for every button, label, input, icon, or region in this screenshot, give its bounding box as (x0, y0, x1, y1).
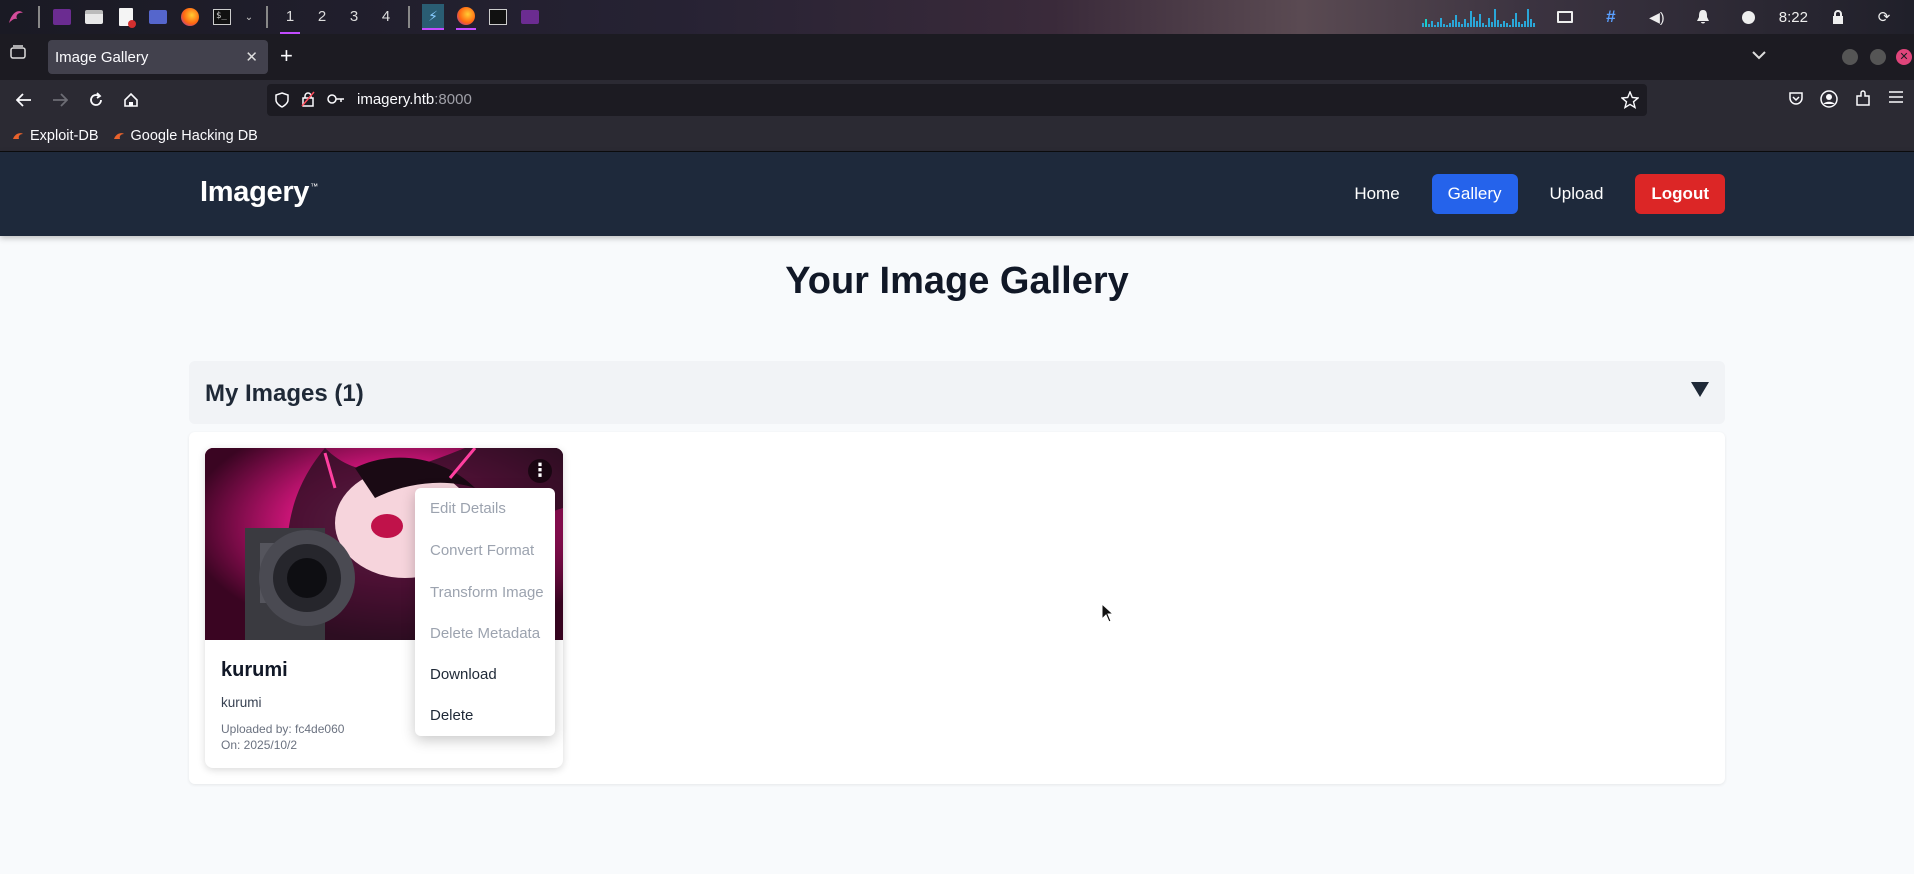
menu-item-transform-image[interactable]: Transform Image (415, 572, 555, 613)
bookmark-exploit-db[interactable]: Exploit-DB (12, 128, 99, 144)
menu-item-delete-metadata[interactable]: Delete Metadata (415, 613, 555, 654)
pocket-icon[interactable] (1788, 90, 1804, 113)
section-title: My Images (1) (205, 380, 364, 407)
menu-item-download[interactable]: Download (415, 654, 555, 695)
menu-item-convert-format[interactable]: Convert Format (415, 530, 555, 571)
account-icon[interactable] (1820, 90, 1838, 113)
folder-window-icon[interactable] (520, 7, 540, 27)
browser-tab-active[interactable]: Image Gallery ✕ (48, 40, 268, 74)
menu-item-edit-details[interactable]: Edit Details (415, 488, 555, 529)
card-options-menu: Edit Details Convert Format Transform Im… (415, 488, 555, 736)
workspace-1[interactable]: 1 (274, 0, 306, 34)
site-header: Imagery™ Home Gallery Upload Logout (0, 152, 1914, 236)
lock-icon[interactable] (1828, 7, 1848, 27)
terminal-icon[interactable]: $_ (212, 7, 232, 27)
tab-overflow-chevron-icon[interactable] (1752, 47, 1766, 63)
firefox-launcher-icon[interactable] (180, 7, 200, 27)
clock: 8:22 (1778, 8, 1808, 26)
brand-name: Imagery (200, 176, 310, 208)
text-editor-icon[interactable] (116, 7, 136, 28)
bookmark-google-hacking-db[interactable]: Google Hacking DB (113, 128, 258, 144)
burp-window-icon[interactable]: ⚡ (422, 4, 444, 30)
system-tray: # ◀) 8:22 ⟳ (1421, 0, 1914, 34)
url-host: imagery.htb (357, 91, 435, 108)
network-graph (1421, 7, 1535, 27)
mouse-cursor-icon (1101, 602, 1115, 628)
power-icon[interactable]: ⟳ (1874, 7, 1894, 27)
window-minimize-button[interactable] (1842, 49, 1858, 65)
insecure-lock-icon[interactable] (301, 91, 315, 112)
uploaded-on: On: 2025/10/2 (221, 738, 298, 752)
tracking-shield-icon[interactable] (275, 92, 289, 113)
exploit-db-icon (13, 132, 23, 139)
logout-button[interactable]: Logout (1635, 174, 1725, 214)
new-tab-button[interactable]: + (280, 44, 293, 68)
card-title: kurumi (221, 659, 288, 681)
taskbar-separator (408, 6, 410, 28)
kali-menu-icon[interactable] (6, 7, 26, 27)
forward-arrow-icon[interactable] (50, 90, 70, 110)
taskbar-separator (266, 6, 268, 28)
notification-bell-icon[interactable] (1693, 7, 1713, 27)
my-images-section-header[interactable]: My Images (1) (189, 361, 1725, 424)
status-dot-icon[interactable] (1739, 7, 1759, 27)
terminal-window-icon[interactable] (488, 7, 508, 27)
file-manager-icon[interactable] (84, 7, 104, 27)
ghdb-icon (113, 132, 124, 139)
page-title: Your Image Gallery (785, 260, 1129, 302)
firefox-window-icon[interactable] (456, 4, 476, 30)
collapse-triangle-icon[interactable] (1691, 382, 1709, 397)
hamburger-menu-icon[interactable] (1888, 90, 1904, 113)
url-text[interactable]: imagery.htb:8000 (357, 91, 472, 108)
nav-upload-link[interactable]: Upload (1534, 174, 1620, 214)
trademark-mark: ™ (310, 182, 318, 191)
workspace-3[interactable]: 3 (338, 0, 370, 34)
browser-nav-bar: imagery.htb:8000 (0, 80, 1914, 120)
url-port: :8000 (434, 91, 472, 108)
taskbar-separator (38, 6, 40, 28)
bookmark-label: Exploit-DB (30, 127, 99, 144)
web-page: Imagery™ Home Gallery Upload Logout Your… (0, 152, 1914, 874)
site-logo[interactable]: Imagery™ (200, 176, 318, 209)
toolbar-right (1788, 90, 1904, 113)
bookmarks-toolbar: Exploit-DB Google Hacking DB (0, 120, 1914, 152)
display-icon[interactable] (1555, 7, 1575, 27)
tab-close-icon[interactable]: ✕ (245, 48, 258, 66)
bookmark-label: Google Hacking DB (130, 127, 258, 144)
uploaded-by: Uploaded by: fc4de060 (221, 722, 345, 736)
browser-tab-bar: Image Gallery ✕ + ✕ (0, 34, 1914, 80)
window-maximize-button[interactable] (1870, 49, 1886, 65)
chevron-down-icon[interactable]: ⌄ (244, 7, 254, 27)
network-icon[interactable]: # (1601, 7, 1621, 27)
terminal-launcher-icon[interactable] (52, 7, 72, 27)
screenshot-tool-icon[interactable] (148, 7, 168, 27)
window-close-button[interactable]: ✕ (1896, 49, 1912, 65)
back-arrow-icon[interactable] (14, 90, 34, 110)
site-nav: Home Gallery Upload Logout (1322, 174, 1725, 214)
menu-item-delete[interactable]: Delete (415, 695, 555, 736)
reload-icon[interactable] (86, 90, 106, 110)
os-taskbar: $_ ⌄ 1 2 3 4 ⚡ # ◀) 8:22 ⟳ (0, 0, 1914, 34)
bookmark-star-icon[interactable] (1620, 90, 1640, 114)
key-icon[interactable] (327, 92, 345, 111)
home-icon[interactable] (121, 90, 141, 110)
card-description: kurumi (221, 695, 262, 710)
workspace-2[interactable]: 2 (306, 0, 338, 34)
card-meta: Uploaded by: fc4de060 On: 2025/10/2 (221, 721, 344, 753)
volume-icon[interactable]: ◀) (1647, 7, 1667, 27)
tab-list-icon[interactable] (10, 45, 26, 64)
tab-title: Image Gallery (55, 48, 149, 66)
card-options-kebab-icon[interactable]: ⋮ (528, 459, 552, 483)
extensions-icon[interactable] (1854, 90, 1872, 113)
nav-gallery-link[interactable]: Gallery (1431, 174, 1518, 214)
nav-home-link[interactable]: Home (1338, 174, 1415, 214)
workspace-4[interactable]: 4 (370, 0, 402, 34)
url-bar[interactable]: imagery.htb:8000 (267, 84, 1647, 116)
